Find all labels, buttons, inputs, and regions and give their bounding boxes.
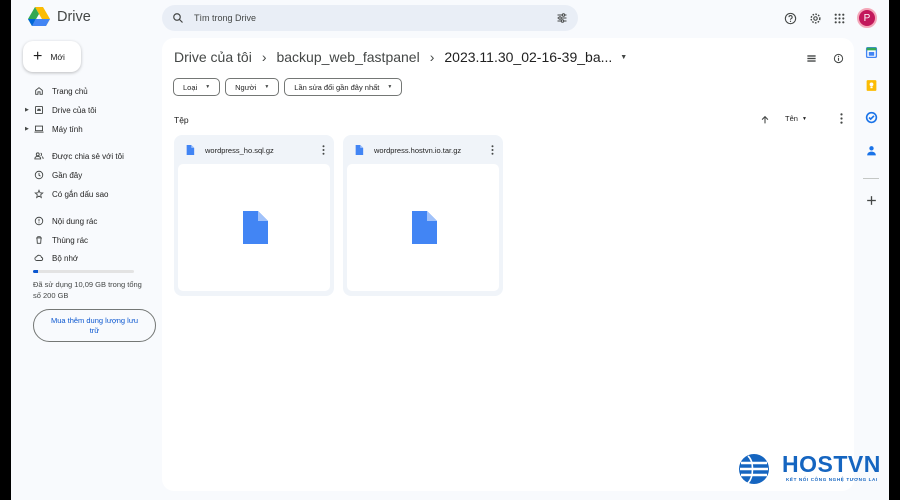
file-icon xyxy=(242,211,268,244)
storage-progress-fill xyxy=(33,270,39,273)
sidebar-item-storage[interactable]: Bộ nhớ xyxy=(27,251,167,265)
settings-icon[interactable] xyxy=(808,11,822,25)
star-icon xyxy=(33,189,44,200)
trash-icon xyxy=(33,235,44,246)
main-panel: Drive của tôi › backup_web_fastpanel › 2… xyxy=(162,38,854,491)
add-addon-icon[interactable] xyxy=(864,193,878,207)
sidebar-item-computers[interactable]: ▶ Máy tính xyxy=(25,122,167,136)
sidebar-item-my-drive[interactable]: ▶ Drive của tôi xyxy=(25,103,167,117)
storage-usage-text: Đã sử dụng 10,09 GB trong tổng số 200 GB xyxy=(33,280,142,300)
breadcrumb-item[interactable]: Drive của tôi xyxy=(174,49,252,65)
new-button[interactable]: + Mới xyxy=(23,41,81,72)
sidebar-item-label: Drive của tôi xyxy=(52,105,97,115)
sidebar-item-label: Gần đây xyxy=(52,170,83,180)
rail-divider xyxy=(863,178,879,179)
computer-icon xyxy=(33,124,44,135)
filter-modified-label: Lần sửa đổi gần đây nhất xyxy=(294,82,380,92)
sort-by-button[interactable]: Tên ▼ xyxy=(785,114,807,123)
keep-icon[interactable] xyxy=(864,78,878,92)
drive-logo[interactable]: Drive xyxy=(28,7,91,27)
breadcrumb-item[interactable]: backup_web_fastpanel xyxy=(276,49,419,65)
search-bar[interactable]: Tìm trong Drive xyxy=(162,5,578,31)
clock-icon xyxy=(33,170,44,181)
file-icon xyxy=(186,145,195,155)
calendar-icon[interactable] xyxy=(864,45,878,59)
sidebar-item-label: Được chia sẻ với tôi xyxy=(52,151,124,161)
dropdown-arrow-icon: ▼ xyxy=(264,84,270,90)
apps-grid-icon[interactable] xyxy=(832,11,846,25)
shared-icon xyxy=(33,151,44,162)
sidebar-item-label: Nội dung rác xyxy=(52,216,98,226)
drive-window: Drive Tìm trong Drive P + Mới Trang chủ … xyxy=(11,0,889,500)
cloud-icon xyxy=(33,253,44,264)
sidebar-item-label: Thùng rác xyxy=(52,235,89,245)
my-drive-icon xyxy=(33,105,44,116)
more-options-icon[interactable] xyxy=(487,144,497,156)
file-card[interactable]: wordpress_ho.sql.gz xyxy=(174,135,334,296)
breadcrumb-current[interactable]: 2023.11.30_02-16-39_ba... xyxy=(444,49,612,65)
breadcrumb: Drive của tôi › backup_web_fastpanel › 2… xyxy=(174,49,627,65)
help-icon[interactable] xyxy=(783,11,797,25)
dropdown-arrow-icon: ▼ xyxy=(801,115,807,122)
storage-progress-bar xyxy=(33,270,134,273)
more-options-icon[interactable] xyxy=(836,112,846,124)
plus-icon: + xyxy=(33,47,43,65)
file-name: wordpress_ho.sql.gz xyxy=(205,145,274,155)
avatar[interactable]: P xyxy=(857,8,877,28)
watermark-tagline: KẾT NỐI CÔNG NGHỆ TƯƠNG LAI xyxy=(786,477,878,482)
sidebar-item-starred[interactable]: Có gắn dấu sao xyxy=(27,187,167,201)
file-icon xyxy=(411,211,437,244)
sort-by-label: Tên xyxy=(785,114,798,123)
filter-type-chip[interactable]: Loại ▼ xyxy=(173,78,221,96)
info-icon[interactable] xyxy=(832,52,844,64)
app-title: Drive xyxy=(57,9,91,25)
spam-icon xyxy=(33,216,44,227)
chevron-down-icon[interactable]: ▼ xyxy=(620,54,627,61)
list-view-icon[interactable] xyxy=(805,52,817,64)
sidebar-item-label: Bộ nhớ xyxy=(52,253,79,263)
expand-arrow-icon[interactable]: ▶ xyxy=(25,107,29,113)
file-card[interactable]: wordpress.hostvn.io.tar.gz xyxy=(343,135,503,296)
search-placeholder[interactable]: Tìm trong Drive xyxy=(194,13,546,23)
dropdown-arrow-icon: ▼ xyxy=(387,84,393,90)
file-name: wordpress.hostvn.io.tar.gz xyxy=(374,145,462,155)
tasks-icon[interactable] xyxy=(864,110,878,124)
sort-direction-icon[interactable] xyxy=(760,112,772,124)
dropdown-arrow-icon: ▼ xyxy=(205,84,211,90)
buy-storage-button[interactable]: Mua thêm dung lượng lưu trữ xyxy=(33,309,156,342)
sidebar-item-home[interactable]: Trang chủ xyxy=(27,84,167,98)
sidebar-item-trash[interactable]: Thùng rác xyxy=(27,233,167,247)
watermark-brand: HOSTVN xyxy=(782,451,881,477)
sidebar-item-label: Có gắn dấu sao xyxy=(52,189,109,199)
file-icon xyxy=(355,145,364,155)
filter-people-chip[interactable]: Người ▼ xyxy=(225,78,280,96)
file-preview[interactable] xyxy=(347,164,499,291)
search-icon[interactable] xyxy=(172,12,184,24)
sidebar-item-label: Máy tính xyxy=(52,124,83,134)
sidebar-item-shared[interactable]: Được chia sẻ với tôi xyxy=(27,149,167,163)
search-options-icon[interactable] xyxy=(556,12,568,24)
filter-chips: Loại ▼ Người ▼ Lần sửa đổi gần đây nhất … xyxy=(173,78,403,96)
filter-people-label: Người xyxy=(235,82,257,92)
filter-type-label: Loại xyxy=(183,82,198,92)
sidebar-item-spam[interactable]: Nội dung rác xyxy=(27,214,167,228)
sidebar-item-label: Trang chủ xyxy=(52,86,88,96)
chevron-right-icon: › xyxy=(261,49,267,65)
contacts-icon[interactable] xyxy=(864,143,878,157)
more-options-icon[interactable] xyxy=(318,144,328,156)
new-button-label: Mới xyxy=(50,51,65,62)
file-preview[interactable] xyxy=(178,164,330,291)
expand-arrow-icon[interactable]: ▶ xyxy=(25,126,29,132)
chevron-right-icon: › xyxy=(429,49,435,65)
files-section-title: Tệp xyxy=(174,115,189,125)
filter-modified-chip[interactable]: Lần sửa đổi gần đây nhất ▼ xyxy=(284,78,403,96)
home-icon xyxy=(33,86,44,97)
sidebar-item-recent[interactable]: Gần đây xyxy=(27,168,167,182)
drive-logo-icon xyxy=(28,7,50,26)
